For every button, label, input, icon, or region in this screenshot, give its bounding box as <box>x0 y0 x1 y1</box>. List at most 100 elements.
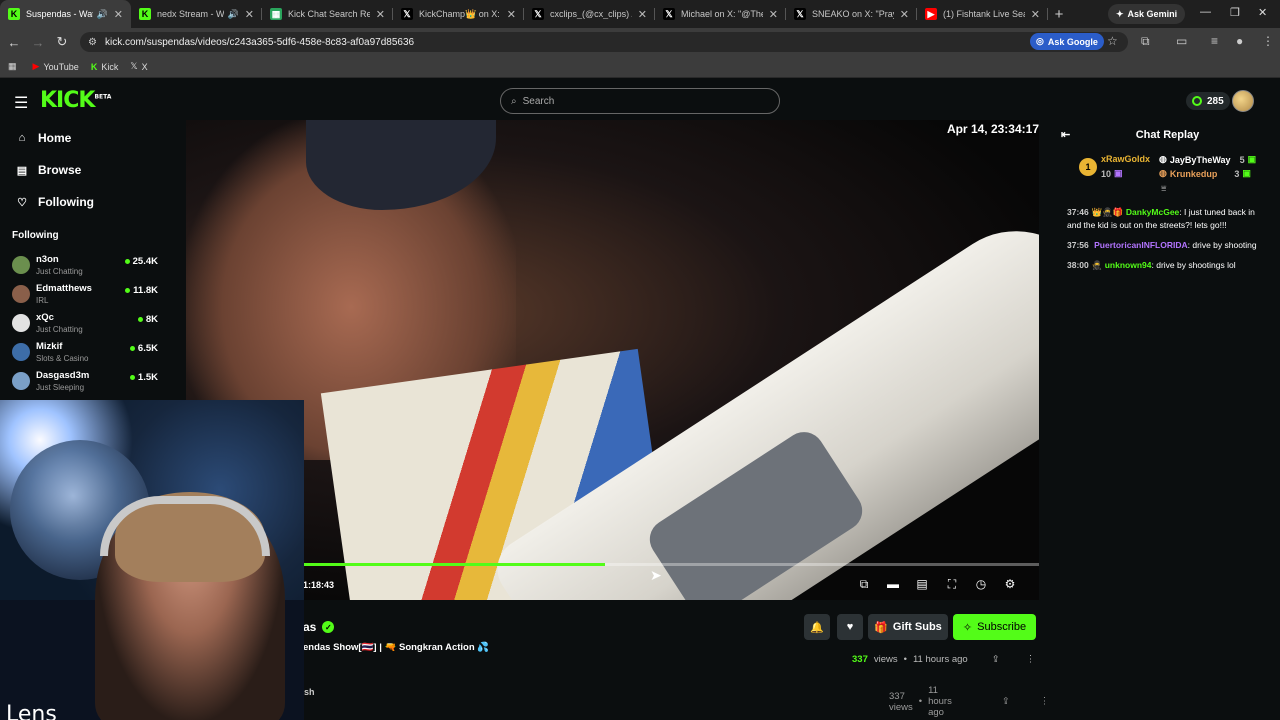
address-bar[interactable]: ⚙ kick.com/suspendas/videos/c243a365-5df… <box>80 32 1128 52</box>
expand-leaderboard-icon[interactable]: ⩸ <box>1161 183 1166 194</box>
bookmarks-bar: ▦ ▶ YouTube K Kick 𝕏X <box>0 56 1280 78</box>
forward-icon[interactable]: → <box>26 35 50 50</box>
following-list: n3on Just Chatting 25.4K Edmatthews IRL 11.8K… <box>0 250 170 395</box>
apps-icon[interactable]: ▦ <box>8 61 17 72</box>
share-icon[interactable]: ⇪ <box>992 654 1000 665</box>
browser-tab[interactable]: 𝕏 SNEAKO on X: "Prayer ✕ <box>786 0 917 28</box>
leader-3[interactable]: ◍ Krunkedup 3 ▣ <box>1159 168 1251 179</box>
chat-username[interactable]: unknown94 <box>1105 260 1152 270</box>
x-favicon: 𝕏 <box>663 8 675 20</box>
collapse-chat-icon[interactable]: ⇤ <box>1061 122 1070 148</box>
close-tab-icon[interactable]: ✕ <box>245 8 254 21</box>
profile-icon[interactable]: ● <box>1236 34 1243 48</box>
kick-logo[interactable]: KICKBETA <box>40 88 111 113</box>
bookmark-youtube[interactable]: ▶ YouTube <box>33 61 79 72</box>
theater-icon[interactable]: ▬ <box>885 577 901 591</box>
streamer-name[interactable]: as ✓ <box>303 620 335 634</box>
extensions-icon[interactable]: ⧉ <box>1141 34 1150 49</box>
following-channel[interactable]: Mizkif Slots & Casino 6.5K <box>0 337 170 366</box>
top-gifter-badge-icon: 1 <box>1079 158 1097 176</box>
bookmark-kick[interactable]: K Kick <box>91 62 119 72</box>
close-window-icon[interactable]: ✕ <box>1258 6 1267 19</box>
hamburger-menu-icon[interactable]: ☰ <box>14 93 28 113</box>
fullscreen-icon[interactable]: ⛶ <box>944 577 960 592</box>
close-tab-icon[interactable]: ✕ <box>638 8 647 21</box>
more-options-icon[interactable]: ⋮ <box>1026 654 1036 665</box>
close-tab-icon[interactable]: ✕ <box>507 8 516 21</box>
close-tab-icon[interactable]: ✕ <box>900 8 909 21</box>
browser-tab[interactable]: K Suspendas - Watch 🔊 ✕ <box>0 0 131 28</box>
tab-separator <box>1047 8 1048 20</box>
speed-icon[interactable]: ◷ <box>973 577 989 591</box>
audio-playing-icon[interactable]: 🔊 <box>228 9 239 20</box>
settings-icon[interactable]: ⚙ <box>1002 577 1018 591</box>
following-channel[interactable]: Dasgasd3m Just Sleeping 1.5K <box>0 366 170 395</box>
reload-icon[interactable]: ↻ <box>50 34 74 50</box>
audio-playing-icon[interactable]: 🔊 <box>97 9 108 20</box>
tab-strip: K Suspendas - Watch 🔊 ✕ Knedx Stream - Watc 🔊… <box>0 0 1048 28</box>
sidebar-nav: ⌂ Home ▤ Browse ♡ Following <box>0 122 170 218</box>
vod-timestamp: Apr 14, 23:34:17 <box>946 122 1039 136</box>
leader-1[interactable]: xRawGoldx <box>1101 154 1150 164</box>
browser-tab[interactable]: 𝕏 Michael on X: "@TheLa ✕ <box>655 0 786 28</box>
following-heading: Following <box>12 230 59 241</box>
chat-username[interactable]: DankyMcGee <box>1126 207 1179 217</box>
close-tab-icon[interactable]: ✕ <box>769 8 778 21</box>
menu-icon[interactable]: ⋮ <box>1262 34 1274 48</box>
mini-player-icon[interactable]: ⧉ <box>856 577 872 592</box>
nav-browse[interactable]: ▤ Browse <box>0 154 170 186</box>
ask-gemini-button[interactable]: ✦ Ask Gemini <box>1108 4 1186 24</box>
search-input[interactable]: ⌕ Search <box>500 88 780 114</box>
chat-message: 37:56 PuertoricanINFLORIDA: drive by sho… <box>1067 240 1257 250</box>
following-channel[interactable]: xQc Just Chatting 8K <box>0 308 170 337</box>
following-channel[interactable]: n3on Just Chatting 25.4K <box>0 250 170 279</box>
channel-category: Just Chatting <box>36 324 83 334</box>
bookmark-x[interactable]: 𝕏X <box>130 61 147 72</box>
follow-heart-button[interactable]: ♥ <box>837 614 863 640</box>
bookmark-star-icon[interactable]: ☆ <box>1107 34 1118 48</box>
notification-bell-button[interactable]: 🔔 <box>804 614 830 640</box>
tab-title: SNEAKO on X: "Prayer <box>812 9 894 19</box>
layout-icon[interactable]: ▤ <box>914 577 930 591</box>
kicks-balance[interactable]: 285 <box>1186 92 1230 110</box>
user-avatar[interactable] <box>1232 90 1254 112</box>
chat-panel: ⇤ Chat Replay 1 xRawGoldx 10 ▣ ◍ JayByTheW… <box>1055 122 1280 720</box>
seek-bar[interactable] <box>303 563 1039 566</box>
gift-subs-button[interactable]: 🎁 Gift Subs <box>868 614 948 640</box>
back-icon[interactable]: ← <box>2 35 26 50</box>
maximize-icon[interactable]: ❐ <box>1230 6 1240 19</box>
nav-label: Home <box>38 131 72 145</box>
close-tab-icon[interactable]: ✕ <box>114 8 123 21</box>
browser-tab[interactable]: Knedx Stream - Watc 🔊 ✕ <box>131 0 262 28</box>
media-icon[interactable]: ≡ <box>1211 34 1218 48</box>
channel-category: Just Chatting <box>36 266 83 276</box>
chat-username[interactable]: PuertoricanINFLORIDA <box>1094 240 1188 250</box>
ask-google-button[interactable]: ◎ Ask Google <box>1030 33 1104 50</box>
nav-home[interactable]: ⌂ Home <box>0 122 170 154</box>
nav-following[interactable]: ♡ Following <box>0 186 170 218</box>
minimize-icon[interactable]: — <box>1200 6 1211 18</box>
sidepanel-icon[interactable]: ▭ <box>1176 34 1187 48</box>
browser-tab[interactable]: 𝕏 KickChamp👑 on X: "G ✕ <box>393 0 524 28</box>
subscribe-button[interactable]: ✧ Subscribe <box>953 614 1036 640</box>
video-age: 11 hours ago <box>912 654 968 665</box>
browser-tab[interactable]: ▦ Kick Chat Search Resul ✕ <box>262 0 393 28</box>
leader-2[interactable]: ◍ JayByTheWay 5 ▣ <box>1159 154 1256 165</box>
browser-tab-bar: K Suspendas - Watch 🔊 ✕ Knedx Stream - Watc 🔊… <box>0 0 1280 28</box>
video-player[interactable]: Apr 14, 23:34:17 1:18:43 ⧉ ▬ ▤ ⛶ ◷ ⚙ <box>186 120 1039 600</box>
sidebar: ⌂ Home ▤ Browse ♡ Following Following n3on Jus… <box>0 122 170 402</box>
close-tab-icon[interactable]: ✕ <box>376 8 385 21</box>
search-icon: ⌕ <box>511 95 517 107</box>
close-tab-icon[interactable]: ✕ <box>1031 8 1040 21</box>
channel-avatar <box>12 313 30 332</box>
site-info-icon[interactable]: ⚙ <box>88 37 97 48</box>
following-channel[interactable]: Edmatthews IRL 11.8K <box>0 279 170 308</box>
browser-tab[interactable]: 𝕏cxclips_(@cx_clips) / X ✕ <box>524 0 655 28</box>
logo-beta-badge: BETA <box>94 93 112 101</box>
home-icon: ⌂ <box>18 132 26 144</box>
new-tab-button[interactable]: + <box>1048 6 1070 23</box>
tab-title: Kick Chat Search Resul <box>288 9 370 19</box>
browser-tab[interactable]: ▶ (1) Fishtank Live Seaso ✕ <box>917 0 1048 28</box>
live-dot-icon <box>124 259 130 264</box>
video-info: as ✓ endas Show[🇹🇭] | 🔫 Songkran Action 💦… <box>186 604 1049 718</box>
